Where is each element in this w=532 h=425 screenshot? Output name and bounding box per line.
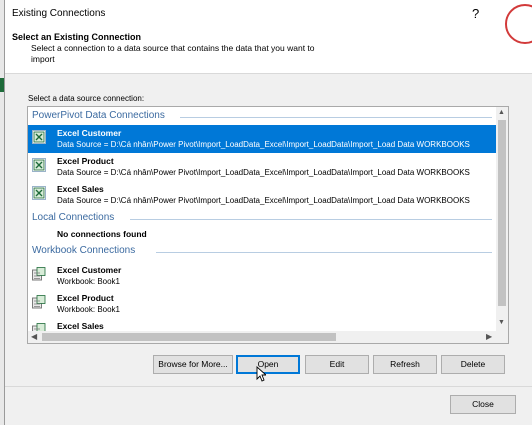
horizontal-scrollbar[interactable]: ◀ ▶ (28, 331, 496, 343)
powerpivot-connection-icon (32, 158, 46, 172)
dialog-header: Select an Existing Connection Select a c… (5, 29, 532, 74)
workbook-connection-icon (32, 267, 46, 281)
group-title-local: Local Connections (32, 212, 115, 223)
browse-for-more-button[interactable]: Browse for More... (153, 355, 233, 374)
group-divider (156, 252, 492, 253)
group-title-powerpivot: PowerPivot Data Connections (32, 110, 165, 121)
scroll-left-arrow-icon[interactable]: ◀ (31, 332, 37, 341)
connection-name: Excel Customer (57, 265, 122, 275)
connections-listbox[interactable]: PowerPivot Data Connections Excel Custom… (27, 106, 509, 344)
vertical-scrollbar[interactable]: ▲ ▼ (496, 107, 508, 331)
connection-item-excel-customer[interactable]: Excel Customer Data Source = D:\Cá nhân\… (28, 125, 496, 153)
connection-name: Excel Sales (57, 184, 104, 194)
powerpivot-connection-icon (32, 186, 46, 200)
connection-detail: Data Source = D:\Cá nhân\Power Pivot\Imp… (57, 168, 470, 177)
connection-name: Excel Sales (57, 321, 104, 331)
scroll-down-arrow-icon[interactable]: ▼ (498, 319, 505, 326)
connection-detail: Data Source = D:\Cá nhân\Power Pivot\Imp… (57, 196, 470, 205)
close-button[interactable]: Close (450, 395, 516, 414)
footer-divider (5, 386, 532, 387)
help-button[interactable]: ? (472, 6, 479, 21)
refresh-button[interactable]: Refresh (373, 355, 437, 374)
horizontal-scroll-thumb[interactable] (42, 333, 336, 341)
scroll-right-arrow-icon[interactable]: ▶ (486, 332, 492, 341)
connection-item-excel-product[interactable]: Excel Product Data Source = D:\Cá nhân\P… (28, 153, 496, 181)
delete-button[interactable]: Delete (441, 355, 505, 374)
connection-detail: Workbook: Book1 (57, 305, 120, 314)
workbook-connection-excel-sales[interactable]: Excel Sales (28, 318, 496, 331)
workbook-connection-excel-customer[interactable]: Excel Customer Workbook: Book1 (28, 262, 496, 290)
no-connections-text: No connections found (57, 229, 147, 239)
group-divider (180, 117, 492, 118)
workbook-connection-icon (32, 295, 46, 309)
scrollbar-corner (496, 331, 508, 343)
connection-name: Excel Product (57, 156, 114, 166)
edit-button[interactable]: Edit (305, 355, 369, 374)
list-label: Select a data source connection: (28, 94, 145, 103)
header-heading: Select an Existing Connection (12, 32, 142, 42)
connection-detail: Data Source = D:\Cá nhân\Power Pivot\Imp… (57, 140, 470, 149)
mouse-cursor-icon (256, 366, 266, 382)
connection-name: Excel Customer (57, 128, 122, 138)
workbook-connection-excel-product[interactable]: Excel Product Workbook: Book1 (28, 290, 496, 318)
vertical-scroll-thumb[interactable] (498, 120, 506, 306)
group-divider (130, 219, 492, 220)
title-bar: Existing Connections ? (5, 0, 532, 29)
workbook-connection-icon (32, 323, 46, 331)
group-title-workbook: Workbook Connections (32, 245, 136, 256)
header-description: Select a connection to a data source tha… (31, 43, 315, 64)
open-button[interactable]: Open (236, 355, 300, 374)
connections-list: PowerPivot Data Connections Excel Custom… (28, 107, 496, 331)
scroll-up-arrow-icon[interactable]: ▲ (498, 109, 505, 116)
connection-name: Excel Product (57, 293, 114, 303)
window-title: Existing Connections (12, 8, 106, 19)
connection-detail: Workbook: Book1 (57, 277, 120, 286)
existing-connections-dialog: Existing Connections ? Select an Existin… (4, 0, 532, 425)
connection-item-excel-sales[interactable]: Excel Sales Data Source = D:\Cá nhân\Pow… (28, 181, 496, 209)
powerpivot-connection-icon (32, 130, 46, 144)
